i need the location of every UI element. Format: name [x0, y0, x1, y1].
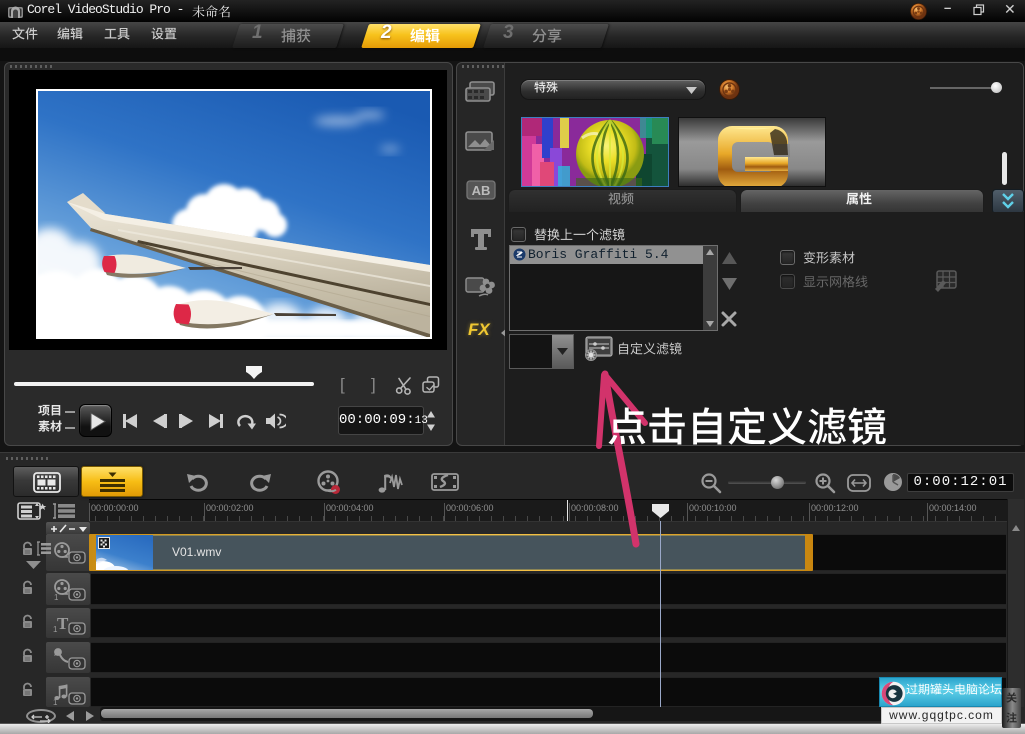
svg-text:1: 1 — [53, 625, 58, 634]
svg-text:T: T — [57, 614, 69, 633]
svg-text:1: 1 — [54, 593, 59, 602]
svg-text:AB: AB — [472, 183, 491, 198]
svg-text:1: 1 — [53, 698, 58, 706]
